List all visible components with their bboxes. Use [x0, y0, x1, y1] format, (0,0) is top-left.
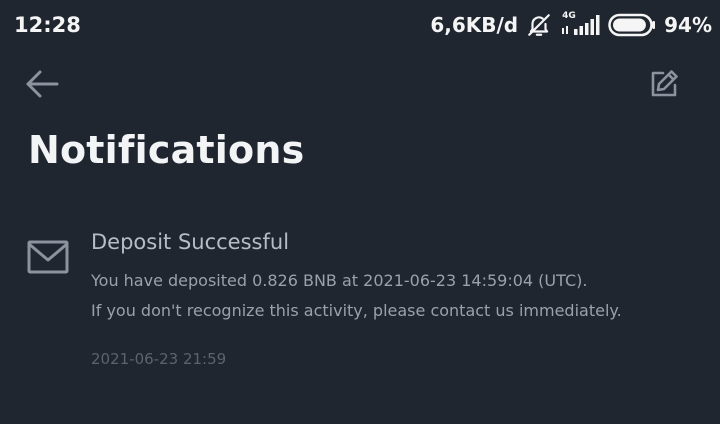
notification-title: Deposit Successful [91, 230, 290, 254]
status-time: 12:28 [14, 13, 81, 37]
notification-timestamp: 2021-06-23 21:59 [91, 350, 227, 368]
edit-square-icon [651, 70, 678, 97]
signal-icon: 4G [560, 11, 600, 38]
notification-body: You have deposited 0.826 BNB at 2021-06-… [91, 266, 622, 326]
battery-icon [608, 12, 656, 38]
arrow-left-icon [26, 70, 59, 98]
battery-percent: 94% [664, 13, 712, 37]
app-screen: 12:28 6,6KB/d 4G 94% Notifications Depos… [0, 0, 720, 424]
edit-button[interactable] [644, 64, 684, 104]
back-button[interactable] [22, 66, 62, 102]
mail-icon [27, 240, 69, 279]
status-bar: 12:28 6,6KB/d 4G 94% [0, 0, 720, 50]
network-type: 4G [562, 11, 576, 21]
notification-line-1: You have deposited 0.826 BNB at 2021-06-… [91, 271, 588, 290]
mute-bell-icon [526, 12, 552, 38]
page-title: Notifications [28, 128, 305, 172]
status-right: 6,6KB/d 4G 94% [430, 11, 712, 38]
network-speed: 6,6KB/d [430, 13, 519, 37]
notification-line-2: If you don't recognize this activity, pl… [91, 301, 622, 320]
